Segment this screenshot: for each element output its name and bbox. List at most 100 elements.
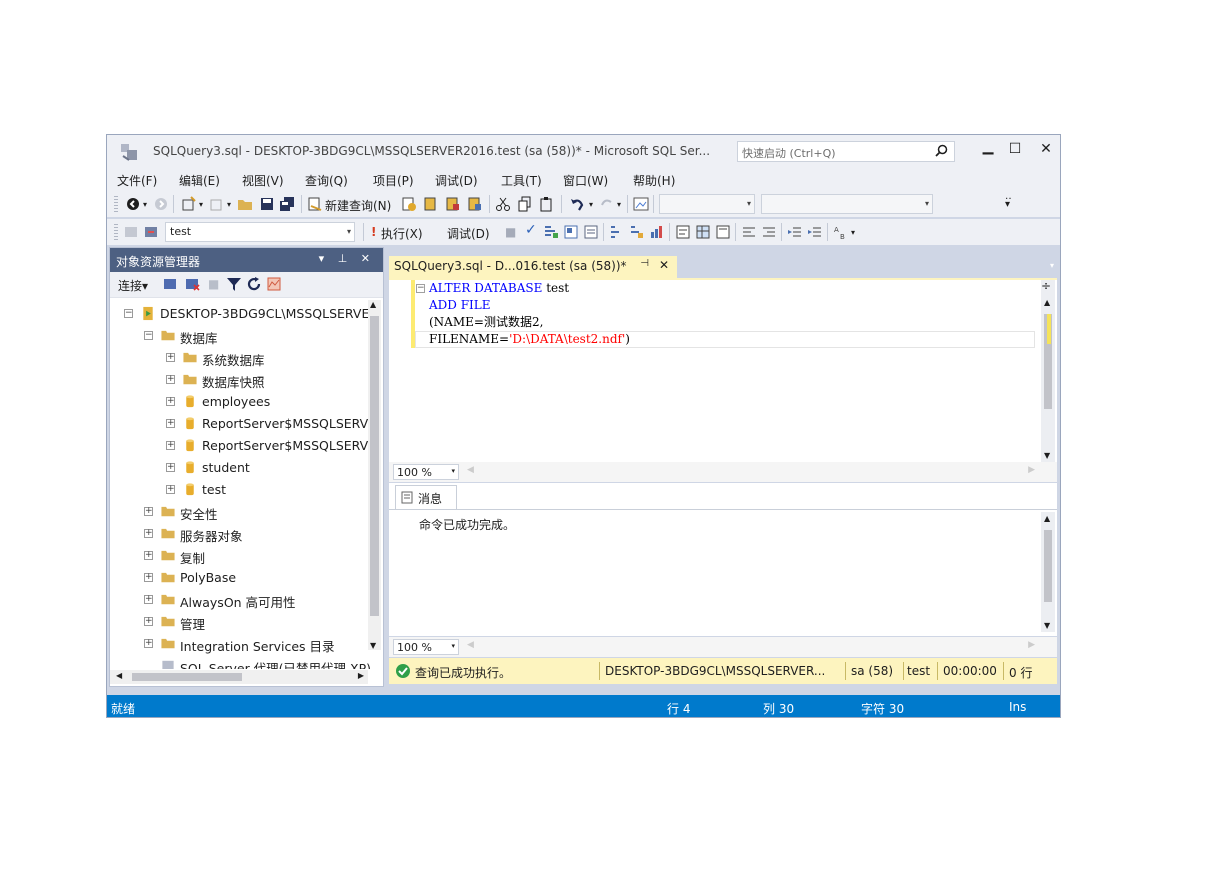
scroll-down-icon[interactable]: ▼ (1044, 451, 1050, 460)
results-to-grid-icon[interactable] (695, 224, 711, 240)
execute-icon[interactable]: ! (371, 225, 376, 239)
menu-file[interactable]: 文件(F) (117, 172, 157, 189)
toolbar-options-dropdown-icon[interactable]: ▾ (851, 228, 855, 237)
filter-icon[interactable] (226, 276, 242, 292)
toolbar-grip[interactable] (114, 224, 118, 240)
parse-checkmark-icon[interactable]: ✓ (525, 222, 537, 238)
solution-platform-dropdown[interactable]: ▾ (761, 194, 933, 214)
refresh-icon[interactable] (246, 276, 262, 292)
scroll-right-icon[interactable]: ▶ (358, 671, 364, 680)
new-project-dropdown-icon[interactable]: ▾ (199, 200, 203, 209)
specify-template-values-icon[interactable]: AB (833, 224, 849, 240)
display-estimated-plan-icon[interactable] (543, 224, 559, 240)
tree-horizontal-scrollbar[interactable]: ◀ ▶ (110, 670, 368, 684)
expand-toggle-icon[interactable]: + (144, 507, 153, 516)
activity-monitor-icon[interactable] (266, 276, 282, 292)
forward-icon[interactable] (153, 196, 169, 212)
editor-vertical-scrollbar[interactable]: ÷ ▲ ▼ (1041, 280, 1055, 462)
tab-messages[interactable]: 消息 (395, 485, 457, 509)
save-all-icon[interactable] (279, 196, 295, 212)
scroll-right-icon[interactable]: ▶ (1028, 640, 1035, 650)
stop-icon[interactable]: ■ (208, 277, 219, 291)
comment-lines-icon[interactable] (741, 224, 757, 240)
copy-icon[interactable] (517, 196, 533, 212)
undo-dropdown-icon[interactable]: ▾ (589, 200, 593, 209)
scroll-up-icon[interactable]: ▲ (1044, 514, 1050, 523)
scroll-left-icon[interactable]: ◀ (116, 671, 122, 680)
new-project-icon[interactable] (181, 196, 197, 212)
expand-toggle-icon[interactable]: + (166, 419, 175, 428)
expand-toggle-icon[interactable]: + (166, 353, 175, 362)
expand-toggle-icon[interactable]: + (144, 529, 153, 538)
new-query-button[interactable]: 新建查询(N) (325, 197, 391, 214)
scroll-left-icon[interactable]: ◀ (467, 640, 474, 650)
database-engine-query-icon[interactable] (401, 196, 417, 212)
messages-vertical-scrollbar[interactable]: ▲ ▼ (1041, 512, 1055, 632)
sql-editor[interactable]: − ALTER DATABASE test ADD FILE (NAME=测试数… (389, 280, 1057, 462)
expand-toggle-icon[interactable]: + (166, 375, 175, 384)
results-to-file-icon[interactable] (715, 224, 731, 240)
minimize-button[interactable]: ▁ (977, 139, 999, 159)
expand-toggle-icon[interactable]: + (166, 485, 175, 494)
disconnect-icon[interactable] (184, 276, 200, 292)
open-file-icon[interactable] (237, 196, 253, 212)
actual-plan-icon[interactable] (609, 224, 625, 240)
code-area[interactable]: ALTER DATABASE test ADD FILE (NAME=测试数据2… (429, 280, 630, 348)
scroll-up-icon[interactable]: ▲ (1044, 298, 1050, 307)
close-button[interactable]: ✕ (1035, 141, 1057, 161)
connect-icon[interactable] (123, 224, 139, 240)
query-designer-icon[interactable] (563, 224, 579, 240)
expand-toggle-icon[interactable]: + (166, 441, 175, 450)
redo-dropdown-icon[interactable]: ▾ (617, 200, 621, 209)
new-query-icon[interactable] (307, 196, 323, 212)
increase-indent-icon[interactable] (807, 224, 823, 240)
add-item-dropdown-icon[interactable]: ▾ (227, 200, 231, 209)
expand-toggle-icon[interactable]: + (144, 617, 153, 626)
scroll-down-icon[interactable]: ▼ (370, 641, 376, 650)
expand-toggle-icon[interactable]: + (144, 595, 153, 604)
connect-dropdown[interactable]: 连接▾ (118, 277, 148, 294)
tree-vertical-scrollbar[interactable]: ▲ ▼ (368, 300, 381, 650)
client-stats-icon[interactable] (649, 224, 665, 240)
debug-button[interactable]: 调试(D) (447, 225, 490, 242)
close-tab-icon[interactable]: ✕ (659, 258, 669, 272)
results-zoom-dropdown[interactable]: 100 % ▾ (393, 639, 459, 655)
expand-toggle-icon[interactable]: + (144, 639, 153, 648)
cut-icon[interactable] (495, 196, 511, 212)
uncomment-lines-icon[interactable] (761, 224, 777, 240)
screenshot-icon[interactable] (633, 196, 649, 212)
change-connection-icon[interactable] (143, 224, 159, 240)
maximize-button[interactable]: ☐ (1004, 141, 1026, 161)
add-item-icon[interactable] (209, 196, 225, 212)
analysis-dmx-query-icon[interactable] (445, 196, 461, 212)
messages-content[interactable]: 命令已成功完成。 ▲ ▼ (389, 509, 1057, 636)
solution-config-dropdown[interactable]: ▾ (659, 194, 755, 214)
menu-help[interactable]: 帮助(H) (633, 172, 675, 189)
menu-edit[interactable]: 编辑(E) (179, 172, 220, 189)
pin-icon[interactable]: ⊣ (640, 258, 649, 269)
menu-project[interactable]: 项目(P) (373, 172, 414, 189)
back-icon[interactable] (125, 196, 141, 212)
editor-zoom-dropdown[interactable]: 100 % ▾ (393, 464, 459, 480)
scroll-down-icon[interactable]: ▼ (1044, 621, 1050, 630)
scroll-right-icon[interactable]: ▶ (1028, 465, 1035, 475)
connect-object-explorer-icon[interactable] (162, 276, 178, 292)
collapse-toggle-icon[interactable]: − (124, 309, 133, 318)
menu-view[interactable]: 视图(V) (242, 172, 284, 189)
undo-icon[interactable] (569, 196, 585, 212)
expand-toggle-icon[interactable]: + (144, 551, 153, 560)
scroll-thumb[interactable] (370, 316, 379, 616)
menu-tools[interactable]: 工具(T) (501, 172, 542, 189)
search-icon[interactable] (935, 144, 948, 157)
save-icon[interactable] (259, 196, 275, 212)
tab-sqlquery3[interactable]: SQLQuery3.sql - D...016.test (sa (58))* … (389, 256, 677, 278)
redo-icon[interactable] (599, 196, 615, 212)
execute-button[interactable]: 执行(X) (381, 225, 423, 242)
toolbar-grip[interactable] (114, 196, 118, 212)
expand-toggle-icon[interactable]: + (144, 573, 153, 582)
menu-debug[interactable]: 调试(D) (435, 172, 478, 189)
paste-icon[interactable] (539, 196, 555, 212)
quick-launch-input[interactable]: 快速启动 (Ctrl+Q) (737, 141, 955, 162)
scroll-left-icon[interactable]: ◀ (467, 465, 474, 475)
scroll-thumb[interactable] (1044, 530, 1052, 602)
